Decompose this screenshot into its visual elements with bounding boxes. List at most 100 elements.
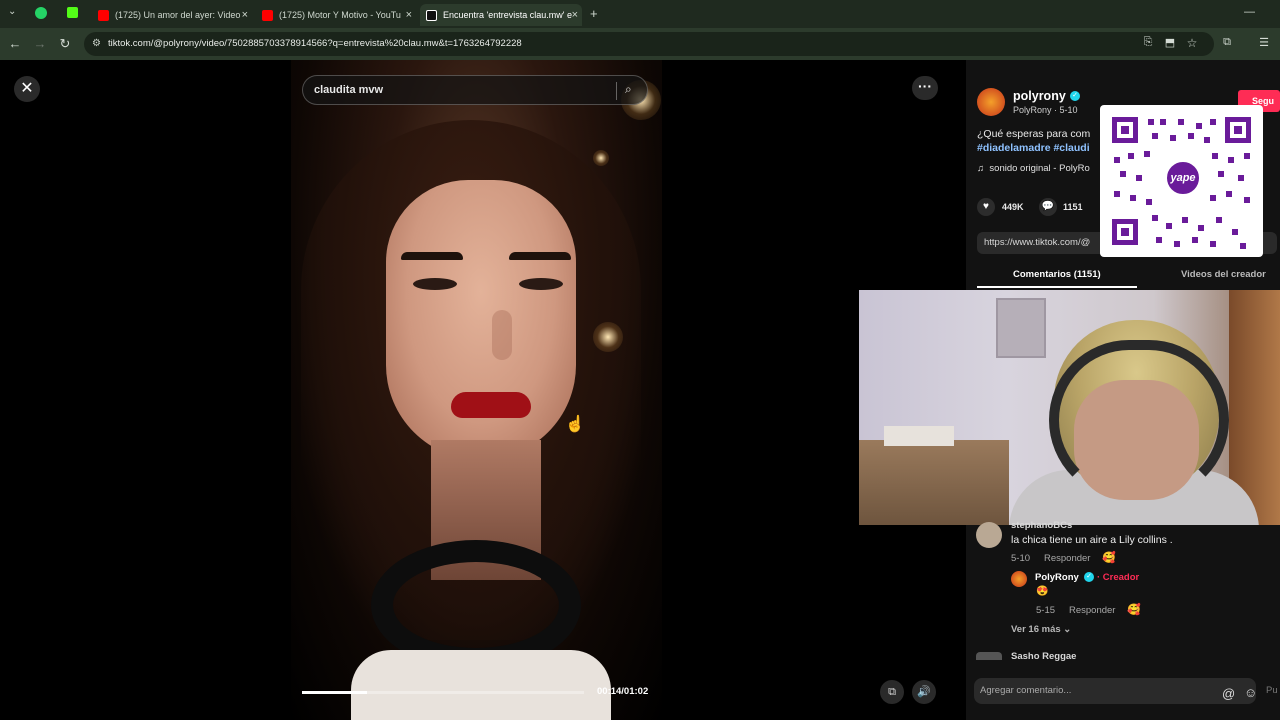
comment-icon[interactable]: 💬 [1039,198,1057,216]
video-frame-eye [413,278,457,290]
tab-underline [977,286,1137,288]
search-query: claudita mvw [314,84,384,96]
tab-title: (1725) Motor Y Motivo - YouTu [279,10,401,20]
browser-tab-2[interactable]: (1725) Motor Y Motivo - YouTu × [256,4,416,26]
webcam-overlay [859,290,1280,525]
video-frame-brow [401,252,463,260]
yape-qr-code: yape [1100,105,1263,257]
comment-placeholder: Agregar comentario... [980,685,1072,696]
comment-avatar[interactable] [1011,571,1027,587]
tiktok-icon [426,9,437,21]
comment-bar: Agregar comentario... @ ☺ Pu [966,674,1280,720]
post-hashtags[interactable]: #diadelamadre #claudi [977,142,1090,154]
close-tab-icon[interactable]: × [242,9,248,21]
browser-tab-bar: ⌄ (1725) Un amor del ayer: Video × (1725… [0,0,1280,28]
video-progress-fill [302,691,367,694]
video-time: 00:14/01:02 [597,686,649,697]
author-name[interactable]: polyrony [1013,89,1066,103]
like-heart-icon[interactable]: ♥ [977,198,995,216]
comment-input[interactable]: Agregar comentario... @ ☺ [974,678,1257,704]
comment-avatar[interactable] [976,522,1002,548]
translate-icon[interactable]: ⎘ [1140,36,1156,49]
tab-creator-videos[interactable]: Videos del creador [1181,269,1266,280]
webcam-headset [1049,340,1229,500]
browser-tab-active[interactable]: Encuentra 'entrevista clau.mw' e × [420,4,582,26]
youtube-icon [262,9,273,21]
video-frame-shirt [351,650,611,720]
video-frame-light [593,322,623,352]
verified-badge-icon: ✓ [1070,91,1080,101]
youtube-icon [98,9,109,21]
webcam-dresser [859,440,1009,525]
comment-date: 5-10 [1011,553,1031,564]
author-avatar[interactable] [977,88,1005,116]
hand-cursor-icon: ☝ [565,416,585,433]
video-progress-bar[interactable] [302,691,584,694]
comment-avatar[interactable] [976,652,1002,660]
bookmark-star-icon[interactable]: ☆ [1184,36,1200,50]
comment-username[interactable]: stephanoBCs [1011,520,1072,531]
verified-badge-icon: ✓ [1084,572,1094,582]
video-frame-eye [519,278,563,290]
webcam-wall-picture [996,298,1046,358]
reply-button[interactable]: Responder [1044,553,1090,564]
comment-count: 1151 [1063,202,1083,212]
author-meta: PolyRony · 5-10 [1013,105,1078,115]
install-icon[interactable]: ⬒ [1162,36,1178,49]
reply-button[interactable]: Responder [1069,605,1115,616]
video-player[interactable]: claudita mvw ⌕ 00:14/01:02 ☝ [291,60,662,720]
forward-icon[interactable]: → [32,36,48,51]
creator-liked-icon: 🥰 [1102,552,1116,564]
extensions-icon[interactable]: ⧉ [1219,36,1235,49]
comment-date: 5-15 [1036,605,1056,616]
link-text: https://www.tiktok.com/@ [984,237,1091,248]
search-icon[interactable]: ⌕ [625,82,632,97]
video-search-input[interactable]: claudita mvw ⌕ [302,75,648,105]
comment-username[interactable]: Sasho Reggae [1011,651,1076,662]
close-tab-icon[interactable]: × [406,9,412,21]
site-info-icon[interactable]: ⚙ [92,32,101,56]
video-frame-brow [509,252,571,260]
comment-username[interactable]: PolyRony [1035,572,1079,583]
mention-icon[interactable]: @ [1222,686,1235,701]
comment-text: 😍 [1036,586,1049,597]
search-divider [616,82,617,100]
video-frame-face [386,180,576,460]
tab-comments[interactable]: Comentarios (1151) [1013,269,1101,280]
view-more-replies[interactable]: Ver 16 más ⌄ [1011,624,1071,635]
creator-liked-icon: 🥰 [1127,604,1141,616]
reload-icon[interactable]: ↻ [57,36,73,52]
close-video-button[interactable]: ✕ [14,76,40,102]
url-field[interactable]: ⚙ tiktok.com/@polyrony/video/75028857033… [84,32,1214,56]
comment-text: la chica tiene un aire a Lily collins . [1011,534,1173,546]
tab-title: Encuentra 'entrevista clau.mw' e [443,10,572,20]
kick-icon[interactable] [67,7,78,18]
volume-button[interactable]: 🔊 [912,680,936,704]
picture-in-picture-button[interactable]: ⧉ [880,680,904,704]
tab-title: (1725) Un amor del ayer: Video [115,10,241,20]
new-tab-icon[interactable]: + [590,6,598,21]
emoji-icon[interactable]: ☺ [1244,685,1257,700]
webcam-objects [884,426,954,446]
more-options-button[interactable]: ··· [912,76,938,100]
browser-tab-1[interactable]: (1725) Un amor del ayer: Video × [92,4,252,26]
yape-logo: yape [1164,159,1202,197]
tiktok-page: ✕ claudita mvw ⌕ 00:14/01:02 ☝ ··· ⧉ 🔊 p [0,60,1280,720]
whatsapp-icon[interactable] [35,7,47,19]
close-tab-icon[interactable]: × [572,9,578,21]
video-frame-nose [492,310,512,360]
sound-label: sonido original - PolyRo [989,163,1090,174]
back-icon[interactable]: ← [7,36,23,51]
post-comment-button[interactable]: Pu [1266,685,1278,696]
menu-icon[interactable]: ☰ [1256,36,1272,49]
like-count: 449K [1002,202,1024,212]
minimize-icon[interactable]: — [1244,6,1255,18]
post-sound[interactable]: ♫ sonido original - PolyRo [977,163,1090,174]
url-text: tiktok.com/@polyrony/video/7502885703378… [108,38,522,49]
browser-address-bar: ← → ↻ ⚙ tiktok.com/@polyrony/video/75028… [0,28,1280,60]
post-description: ¿Qué esperas para com [977,128,1091,140]
video-frame-lips [451,392,531,418]
creator-tag: · Creador [1097,572,1140,583]
tab-search-chevron-icon[interactable]: ⌄ [8,6,16,17]
video-frame-light [593,150,609,166]
